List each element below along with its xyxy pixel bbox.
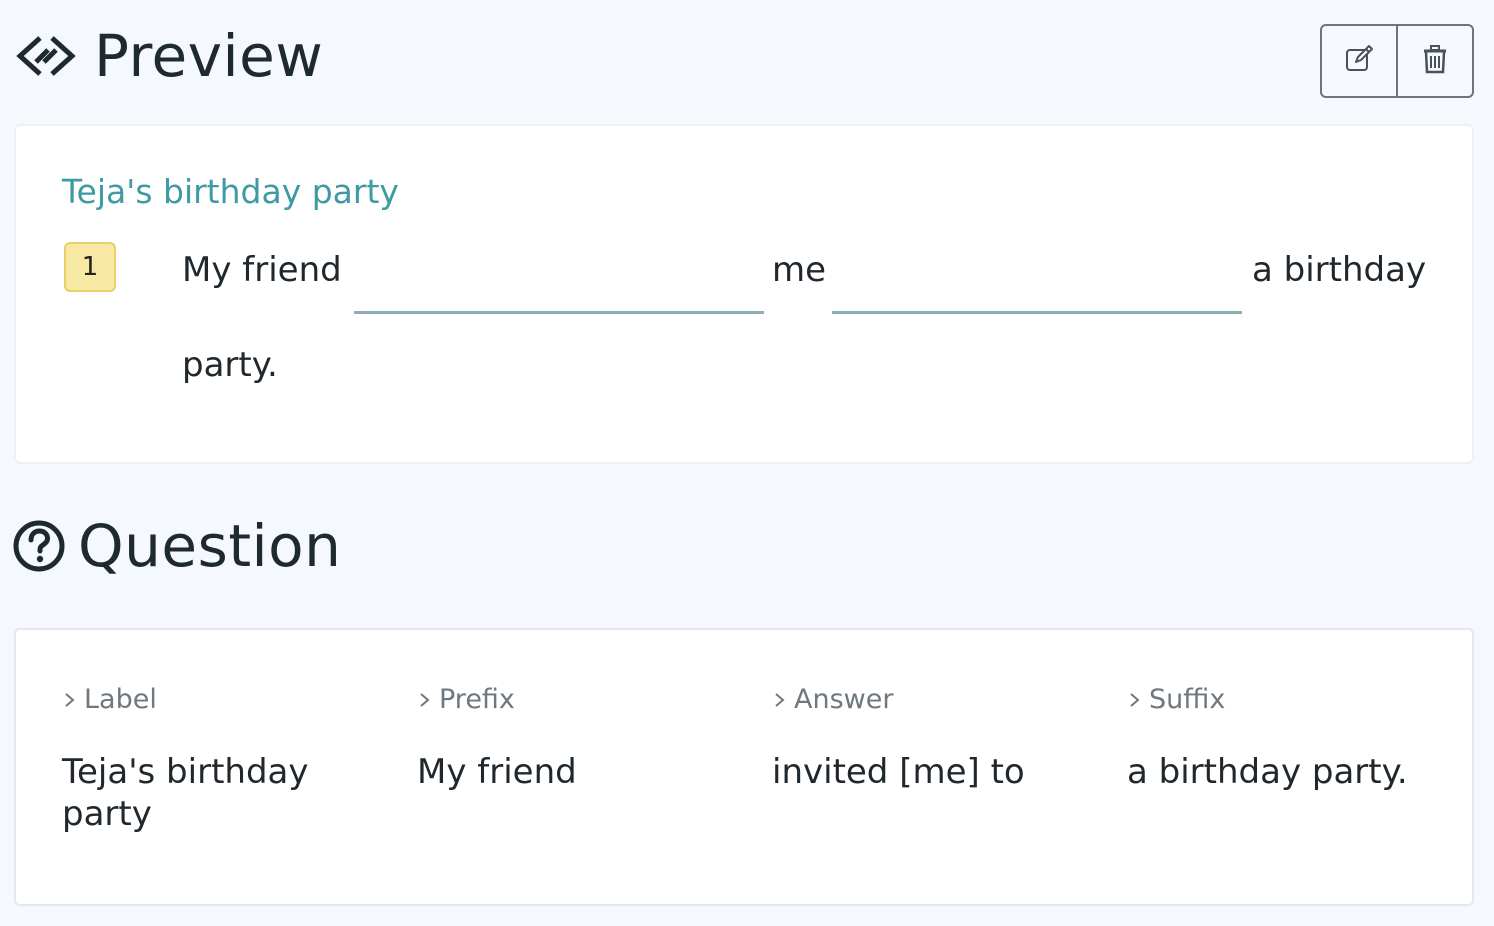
delete-button[interactable] (1396, 26, 1472, 96)
question-title: Question (78, 512, 342, 580)
chevron-right-icon (420, 692, 430, 707)
answer-blank-1[interactable] (354, 266, 764, 314)
preview-title: Preview (94, 22, 324, 90)
question-header: Question (12, 510, 341, 582)
preview-header: Preview (14, 20, 323, 92)
field-heading-suffix[interactable]: Suffix (1127, 684, 1457, 715)
field-value: Teja's birthday party (62, 752, 309, 834)
preview-action-group (1320, 24, 1474, 98)
field-value: invited [me] to (772, 752, 1025, 792)
field-heading-text: Prefix (439, 684, 515, 715)
preview-card: Teja's birthday party 1 My friend me a b… (14, 124, 1474, 464)
chevron-right-icon (65, 692, 75, 707)
question-field-suffix: Suffix a birthday party. (1127, 684, 1457, 793)
field-value: a birthday party. (1127, 752, 1408, 792)
question-field-label: Label Teja's birthday party (62, 684, 392, 835)
question-number-badge: 1 (64, 242, 116, 292)
question-circle-icon (12, 519, 66, 573)
diamond-link-icon (14, 32, 78, 80)
field-heading-text: Label (84, 684, 157, 715)
sentence-suffix-start: a birthday (1252, 250, 1427, 290)
question-card: Label Teja's birthday party Prefix My fr… (14, 628, 1474, 906)
answer-blank-2[interactable] (832, 266, 1242, 314)
field-heading-text: Answer (794, 684, 894, 715)
sentence-suffix-end: party. (182, 345, 278, 385)
field-heading-answer[interactable]: Answer (772, 684, 1102, 715)
chevron-right-icon (1130, 692, 1140, 707)
field-value: My friend (417, 752, 577, 792)
chevron-right-icon (775, 692, 785, 707)
edit-button[interactable] (1322, 26, 1396, 96)
preview-question-label: Teja's birthday party (62, 172, 399, 211)
sentence-middle: me (772, 250, 827, 290)
field-heading-prefix[interactable]: Prefix (417, 684, 747, 715)
field-heading-label[interactable]: Label (62, 684, 392, 715)
edit-icon (1344, 44, 1374, 78)
question-field-answer: Answer invited [me] to (772, 684, 1102, 793)
question-field-prefix: Prefix My friend (417, 684, 747, 793)
sentence-prefix: My friend (182, 250, 342, 290)
field-heading-text: Suffix (1149, 684, 1226, 715)
trash-icon (1420, 44, 1450, 78)
